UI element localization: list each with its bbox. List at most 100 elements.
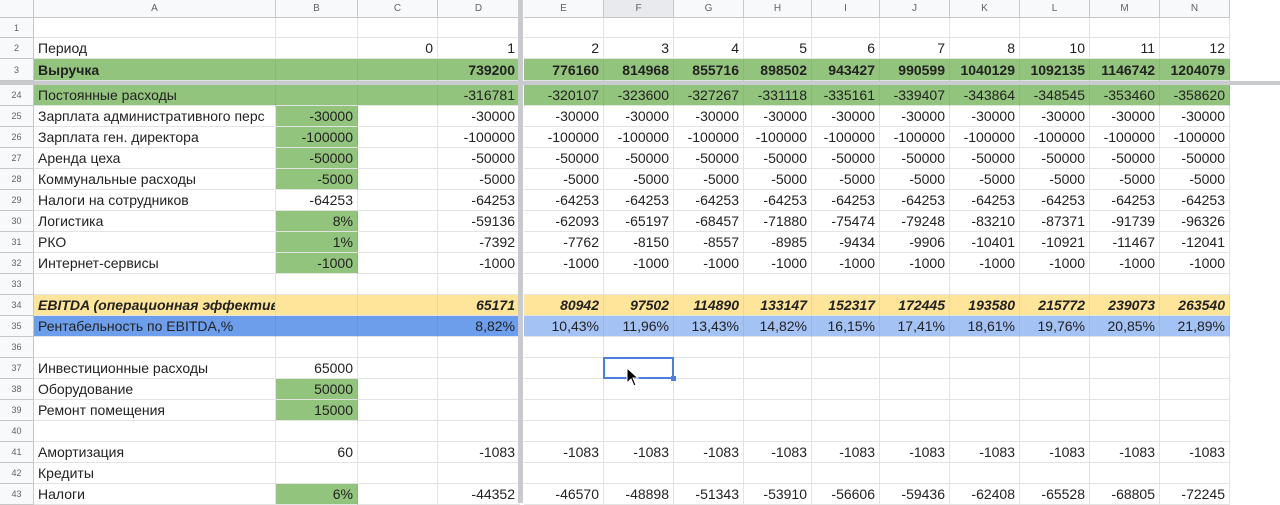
cell-c3[interactable] [358,59,438,81]
cell-e29[interactable]: -64253 [524,190,604,211]
cell-g26[interactable]: -100000 [674,127,744,148]
row-header-38[interactable]: 38 [0,379,34,400]
cell-h3[interactable]: 898502 [744,59,812,81]
cell-f27[interactable]: -50000 [604,148,674,169]
cell-i43[interactable]: -56606 [812,484,880,505]
cell-b24[interactable] [276,85,358,106]
cell-n1[interactable] [1160,18,1230,38]
cell-d26[interactable]: -100000 [438,127,520,148]
cell-l27[interactable]: -50000 [1020,148,1090,169]
cell-f42[interactable] [604,463,674,484]
cell-k41[interactable]: -1083 [950,442,1020,463]
cell-c36[interactable] [358,337,438,358]
frozen-row-divider[interactable] [0,81,1280,85]
cell-b33[interactable] [276,274,358,295]
cell-d39[interactable] [438,400,520,421]
row-header-29[interactable]: 29 [0,190,34,211]
cell-j35[interactable]: 17,41% [880,316,950,337]
column-header-m[interactable]: M [1090,0,1160,18]
cell-c39[interactable] [358,400,438,421]
cell-m37[interactable] [1090,358,1160,379]
cell-a31[interactable]: РКО [34,232,276,253]
cell-l38[interactable] [1020,379,1090,400]
cell-f26[interactable]: -100000 [604,127,674,148]
cell-l37[interactable] [1020,358,1090,379]
cell-l2[interactable]: 10 [1020,38,1090,59]
cell-b1[interactable] [276,18,358,38]
cell-d40[interactable] [438,421,520,442]
cell-j24[interactable]: -339407 [880,85,950,106]
cell-c25[interactable] [358,106,438,127]
cell-b43[interactable]: 6% [276,484,358,505]
cell-m29[interactable]: -64253 [1090,190,1160,211]
row-header-28[interactable]: 28 [0,169,34,190]
cell-k37[interactable] [950,358,1020,379]
cell-k31[interactable]: -10401 [950,232,1020,253]
cell-j42[interactable] [880,463,950,484]
cell-d35[interactable]: 8,82% [438,316,520,337]
cell-f31[interactable]: -8150 [604,232,674,253]
cell-g30[interactable]: -68457 [674,211,744,232]
cell-a29[interactable]: Налоги на сотрудников [34,190,276,211]
cell-i29[interactable]: -64253 [812,190,880,211]
cell-h37[interactable] [744,358,812,379]
column-header-b[interactable]: B [276,0,358,18]
cell-h26[interactable]: -100000 [744,127,812,148]
cell-b27[interactable]: -50000 [276,148,358,169]
cell-i26[interactable]: -100000 [812,127,880,148]
cell-a1[interactable] [34,18,276,38]
row-header-24[interactable]: 24 [0,85,34,106]
cell-l30[interactable]: -87371 [1020,211,1090,232]
cell-n42[interactable] [1160,463,1230,484]
cell-h31[interactable]: -8985 [744,232,812,253]
cell-j3[interactable]: 990599 [880,59,950,81]
cell-n26[interactable]: -100000 [1160,127,1230,148]
cell-i2[interactable]: 6 [812,38,880,59]
column-header-k[interactable]: K [950,0,1020,18]
cell-m26[interactable]: -100000 [1090,127,1160,148]
cell-n35[interactable]: 21,89% [1160,316,1230,337]
cell-h38[interactable] [744,379,812,400]
column-header-a[interactable]: A [34,0,276,18]
cell-d31[interactable]: -7392 [438,232,520,253]
cell-g43[interactable]: -51343 [674,484,744,505]
cell-k35[interactable]: 18,61% [950,316,1020,337]
cell-d27[interactable]: -50000 [438,148,520,169]
cell-l1[interactable] [1020,18,1090,38]
cell-i39[interactable] [812,400,880,421]
cell-g29[interactable]: -64253 [674,190,744,211]
cell-c43[interactable] [358,484,438,505]
cell-j27[interactable]: -50000 [880,148,950,169]
column-header-j[interactable]: J [880,0,950,18]
cell-i25[interactable]: -30000 [812,106,880,127]
column-header-g[interactable]: G [674,0,744,18]
cell-l26[interactable]: -100000 [1020,127,1090,148]
cell-b41[interactable]: 60 [276,442,358,463]
cell-n30[interactable]: -96326 [1160,211,1230,232]
cell-k24[interactable]: -343864 [950,85,1020,106]
cell-g32[interactable]: -1000 [674,253,744,274]
cell-h41[interactable]: -1083 [744,442,812,463]
cell-g36[interactable] [674,337,744,358]
cell-h34[interactable]: 133147 [744,295,812,316]
cell-e28[interactable]: -5000 [524,169,604,190]
cell-b35[interactable] [276,316,358,337]
cell-m42[interactable] [1090,463,1160,484]
cell-d43[interactable]: -44352 [438,484,520,505]
column-header-n[interactable]: N [1160,0,1230,18]
cell-g25[interactable]: -30000 [674,106,744,127]
cell-e38[interactable] [524,379,604,400]
cell-m36[interactable] [1090,337,1160,358]
cell-i33[interactable] [812,274,880,295]
cell-g31[interactable]: -8557 [674,232,744,253]
cell-d33[interactable] [438,274,520,295]
cell-i30[interactable]: -75474 [812,211,880,232]
cell-a2[interactable]: Период [34,38,276,59]
cell-h29[interactable]: -64253 [744,190,812,211]
cell-g28[interactable]: -5000 [674,169,744,190]
cell-b37[interactable]: 65000 [276,358,358,379]
cell-l39[interactable] [1020,400,1090,421]
cell-i32[interactable]: -1000 [812,253,880,274]
cell-d36[interactable] [438,337,520,358]
cell-j26[interactable]: -100000 [880,127,950,148]
